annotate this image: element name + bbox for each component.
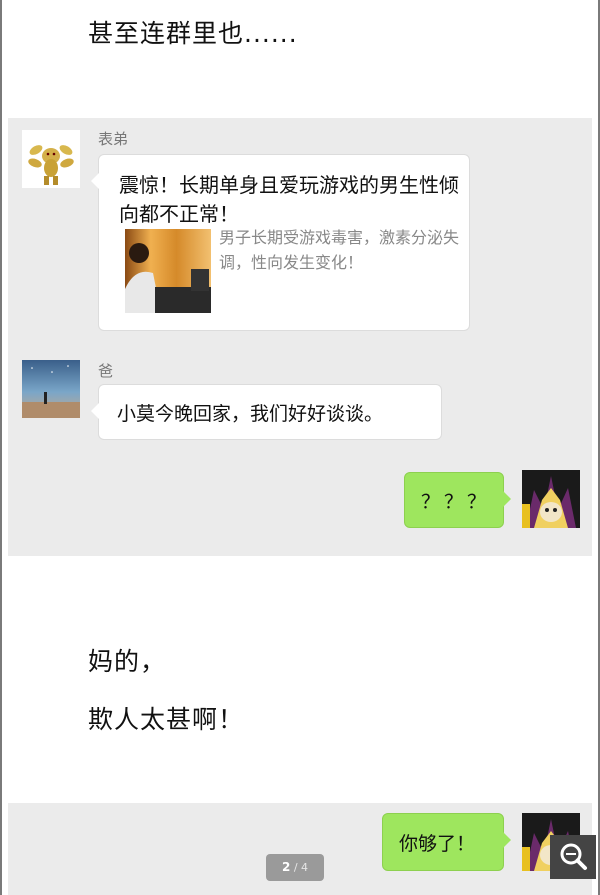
- frame-border-left: [0, 0, 2, 895]
- text-bubble[interactable]: 小莫今晚回家，我们好好谈谈。: [91, 384, 442, 440]
- chat-screenshot-1: 表弟 震惊！长期单身且爱玩游戏的男生性倾向都不正常！ 男子长期受游戏毒害，激素分…: [8, 118, 592, 556]
- page-separator: /: [290, 861, 302, 874]
- self-bubble[interactable]: ？？？: [404, 472, 511, 528]
- page-total: 4: [301, 861, 309, 874]
- starry-sky-avatar-icon: [22, 360, 80, 418]
- self-bubble[interactable]: 你够了！: [382, 813, 511, 871]
- caption-top: 甚至连群里也......: [88, 19, 298, 48]
- avatar-cousin[interactable]: [22, 130, 80, 188]
- page-indicator: 2 / 4: [266, 854, 324, 881]
- message-text: 你够了！: [399, 833, 476, 855]
- message-text: ？？？: [421, 491, 491, 513]
- zoom-button[interactable]: [550, 835, 596, 879]
- message-text: 小莫今晚回家，我们好好谈谈。: [117, 403, 384, 425]
- machamp-avatar-icon: [22, 130, 80, 188]
- avatar-self[interactable]: [522, 470, 580, 528]
- caption-line-1: 妈的，: [88, 647, 167, 676]
- chat-screenshot-2: 你够了！: [8, 803, 592, 895]
- link-card-bubble[interactable]: 震惊！长期单身且爱玩游戏的男生性倾向都不正常！ 男子长期受游戏毒害，激素分泌失调…: [91, 154, 470, 331]
- sender-name: 爸: [98, 362, 114, 380]
- link-title: 震惊！长期单身且爱玩游戏的男生性倾向都不正常！: [119, 173, 459, 226]
- gamer-photo-icon: [125, 229, 211, 313]
- link-thumbnail: [125, 229, 211, 313]
- link-description: 男子长期受游戏毒害，激素分泌失调，性向发生变化！: [219, 228, 460, 272]
- caption-line-2: 欺人太甚啊！: [88, 705, 245, 734]
- avatar-dad[interactable]: [22, 360, 80, 418]
- magnifier-icon: [560, 843, 587, 870]
- sender-name: 表弟: [98, 130, 129, 148]
- yugi-avatar-icon: [522, 470, 580, 528]
